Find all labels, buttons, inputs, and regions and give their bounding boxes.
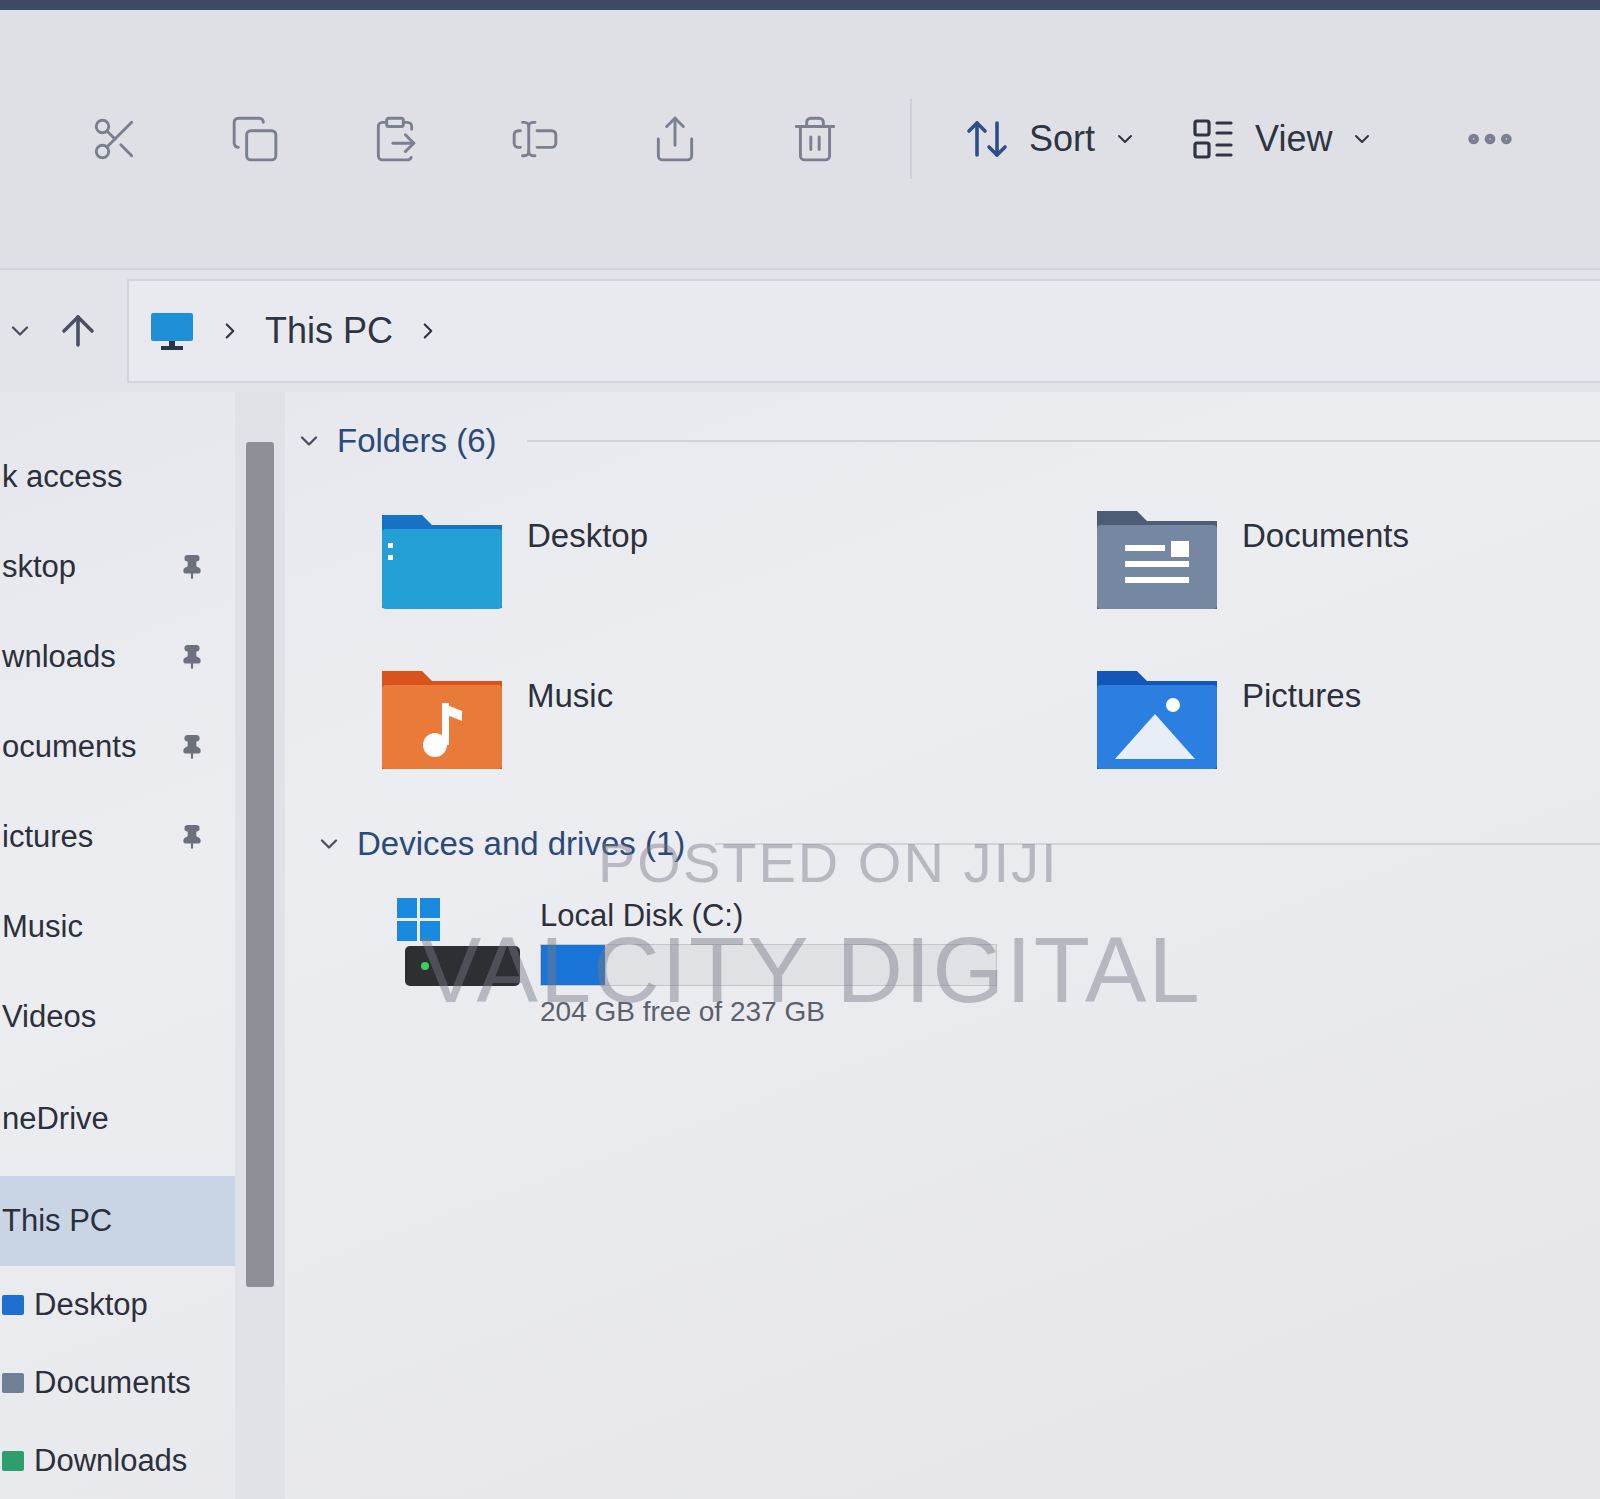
sidebar-item[interactable]: Music	[0, 882, 235, 972]
chevron-right-icon	[415, 318, 441, 344]
drive-icon	[397, 898, 522, 993]
title-strip	[0, 0, 1600, 10]
drive-usage-bar	[540, 944, 997, 986]
folder-item[interactable]: Music	[380, 665, 1095, 770]
paste-button[interactable]	[325, 114, 465, 164]
delete-button[interactable]	[745, 114, 885, 164]
sidebar-item[interactable]: k access	[0, 432, 235, 522]
rename-icon	[510, 114, 560, 164]
drive-item[interactable]: Local Disk (C:)204 GB free of 237 GB	[285, 863, 1600, 1028]
delete-icon	[790, 114, 840, 164]
copy-icon	[230, 114, 280, 164]
section-line	[715, 843, 1600, 845]
watermark: VALCITY DIGITAL	[420, 918, 1202, 1023]
sidebar-item[interactable]: ictures	[0, 792, 235, 882]
cut-button[interactable]	[45, 114, 185, 164]
address-bar[interactable]: This PC	[127, 279, 1600, 383]
drives-header[interactable]: Devices and drives (1)	[285, 825, 1600, 863]
view-icon	[1189, 115, 1237, 163]
computer-icon	[149, 311, 195, 351]
up-button[interactable]	[40, 307, 115, 355]
folder-icon	[2, 1451, 24, 1471]
toolbar: SortView	[0, 10, 1600, 270]
drive-usage-fill	[541, 945, 605, 985]
pin-icon	[179, 554, 205, 580]
sidebar-item[interactable]: neDrive	[0, 1074, 235, 1164]
address-row: This PC	[0, 270, 1600, 392]
more-button[interactable]	[1420, 111, 1560, 167]
toolbar-divider	[910, 99, 912, 179]
folder-icon	[2, 1295, 24, 1315]
chevron-right-icon	[217, 318, 243, 344]
chevron-down-icon	[1350, 127, 1374, 151]
sidebar-item[interactable]: sktop	[0, 522, 235, 612]
watermark-layer: POSTED ON JIJI VALCITY DIGITAL	[0, 0, 1600, 1499]
copy-button[interactable]	[185, 114, 325, 164]
main-pane: Folders (6)DesktopDocumentsMusicPictures…	[285, 392, 1600, 1499]
sidebar-item[interactable]: Documents	[0, 1344, 235, 1422]
folder-grid: DesktopDocumentsMusicPictures	[285, 460, 1600, 825]
pin-icon	[179, 734, 205, 760]
sort-button[interactable]: Sort	[937, 115, 1163, 163]
folder-item[interactable]: Desktop	[380, 505, 1095, 610]
sidebar-item[interactable]: ocuments	[0, 702, 235, 792]
folder-icon	[2, 1373, 24, 1393]
cut-icon	[90, 114, 140, 164]
sidebar-scrollbar[interactable]	[235, 392, 285, 1499]
sidebar-item[interactable]: Videos	[0, 972, 235, 1062]
section-line	[527, 440, 1600, 442]
music-folder-icon	[380, 665, 505, 770]
desktop-folder-icon	[380, 505, 505, 610]
chevron-down-icon	[1113, 127, 1137, 151]
folder-item[interactable]: Pictures	[1095, 665, 1600, 770]
chevron-down-icon	[295, 427, 323, 455]
watermark: POSTED ON JIJI	[598, 830, 1059, 895]
pin-icon	[179, 644, 205, 670]
recent-button[interactable]	[0, 317, 40, 345]
folders-header[interactable]: Folders (6)	[285, 422, 1600, 460]
content: k accesssktopwnloadsocumentsicturesMusic…	[0, 392, 1600, 1499]
sidebar-item[interactable]: This PC	[0, 1176, 235, 1266]
file-explorer: SortViewThis PCk accesssktopwnloadsocume…	[0, 0, 1600, 1499]
up-arrow-icon	[54, 307, 102, 355]
paste-icon	[370, 114, 420, 164]
sidebar-item[interactable]: Desktop	[0, 1266, 235, 1344]
chevron-down-icon	[315, 830, 343, 858]
chevron-down-icon	[6, 317, 34, 345]
documents-folder-icon	[1095, 505, 1220, 610]
scroll-thumb[interactable]	[246, 442, 274, 1287]
sidebar-item[interactable]: Downloads	[0, 1422, 235, 1499]
more-icon	[1462, 111, 1518, 167]
view-button[interactable]: View	[1163, 115, 1400, 163]
pictures-folder-icon	[1095, 665, 1220, 770]
rename-button[interactable]	[465, 114, 605, 164]
share-icon	[650, 114, 700, 164]
pin-icon	[179, 824, 205, 850]
sidebar: k accesssktopwnloadsocumentsicturesMusic…	[0, 392, 235, 1499]
folder-item[interactable]: Documents	[1095, 505, 1600, 610]
sort-icon	[963, 115, 1011, 163]
share-button[interactable]	[605, 114, 745, 164]
breadcrumb-item[interactable]: This PC	[265, 310, 393, 352]
sidebar-item[interactable]: wnloads	[0, 612, 235, 702]
